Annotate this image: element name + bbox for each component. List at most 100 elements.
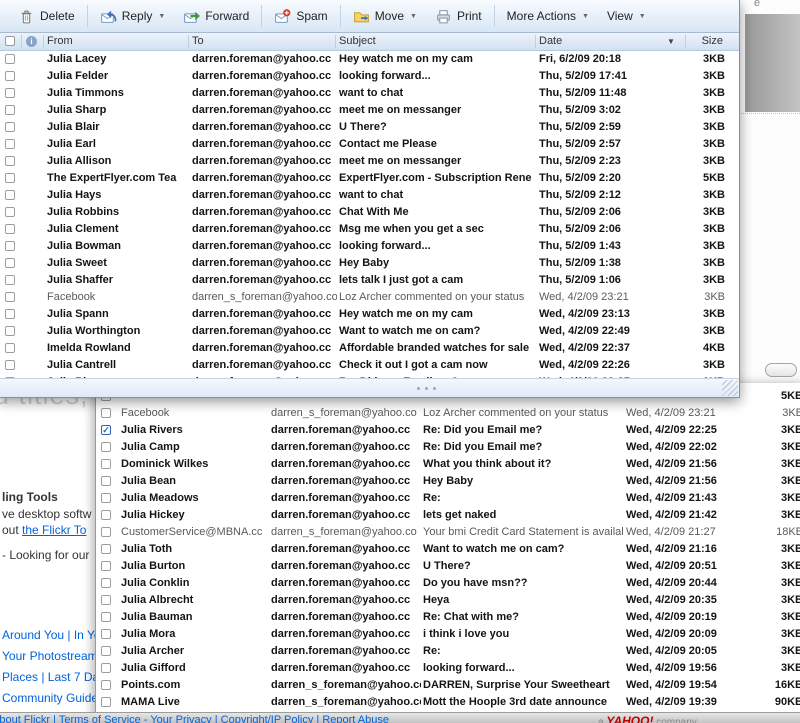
row-checkbox[interactable] [101, 510, 111, 520]
mail-row[interactable]: Julia Felderdarren.foreman@yahoo.cclooki… [0, 68, 739, 85]
row-checkbox[interactable] [5, 241, 15, 251]
row-checkbox[interactable] [101, 459, 111, 469]
mail-row[interactable]: Julia Sweetdarren.foreman@yahoo.ccHey Ba… [0, 255, 739, 272]
move-button[interactable]: Move ▼ [344, 0, 426, 32]
row-checkbox[interactable] [5, 173, 15, 183]
nav-link-around-you[interactable]: Around You | In Yo [2, 628, 96, 642]
resize-grip-icon[interactable] [722, 380, 738, 396]
column-from[interactable]: From [47, 33, 73, 50]
print-button[interactable]: Print [426, 0, 491, 32]
mail-row[interactable]: Julia Robbinsdarren.foreman@yahoo.ccChat… [0, 204, 739, 221]
move-dropdown-caret-icon[interactable]: ▼ [410, 13, 417, 20]
row-checkbox[interactable] [5, 326, 15, 336]
delete-button[interactable]: Delete [9, 0, 84, 32]
row-checkbox[interactable] [5, 343, 15, 353]
nav-link-places[interactable]: Places | Last 7 Da [2, 670, 96, 684]
mail-row[interactable]: Julia Haysdarren.foreman@yahoo.ccwant to… [0, 187, 739, 204]
row-checkbox[interactable] [101, 629, 111, 639]
footer-links[interactable]: About Flickr | Terms of Service - Your P… [0, 714, 389, 723]
nav-link-community[interactable]: Community Guidel [2, 691, 96, 705]
mail-row[interactable]: Julia Timmonsdarren.foreman@yahoo.ccwant… [0, 85, 739, 102]
row-checkbox[interactable] [5, 139, 15, 149]
row-checkbox[interactable] [5, 275, 15, 285]
row-checkbox[interactable] [101, 561, 111, 571]
more-actions-button[interactable]: More Actions ▼ [498, 0, 598, 32]
row-checkbox[interactable] [101, 595, 111, 605]
mail-row[interactable]: Points.comdarren_s_foreman@yahoo.coDARRE… [96, 677, 800, 694]
row-checkbox[interactable] [101, 612, 111, 622]
mail-row[interactable]: CustomerService@MBNA.ccdarren_s_foreman@… [96, 524, 800, 541]
mail-row[interactable]: Julia Tothdarren.foreman@yahoo.ccWant to… [96, 541, 800, 558]
row-checkbox[interactable] [101, 578, 111, 588]
select-all-checkbox[interactable] [5, 36, 15, 46]
reply-dropdown-caret-icon[interactable]: ▼ [158, 13, 165, 20]
mail-row[interactable]: The ExpertFlyer.com Teadarren.foreman@ya… [0, 170, 739, 187]
row-checkbox[interactable] [5, 105, 15, 115]
mail-row[interactable]: Julia Baumandarren.foreman@yahoo.ccRe: C… [96, 609, 800, 626]
mail-row[interactable]: Julia Archerdarren.foreman@yahoo.ccRe:We… [96, 643, 800, 660]
mail-row[interactable]: Julia Shafferdarren.foreman@yahoo.cclets… [0, 272, 739, 289]
mail-row[interactable]: Julia Laceydarren.foreman@yahoo.ccHey wa… [0, 51, 739, 68]
mail-row[interactable]: Julia Beandarren.foreman@yahoo.ccHey Bab… [96, 473, 800, 490]
mail-row[interactable]: Julia Hickeydarren.foreman@yahoo.cclets … [96, 507, 800, 524]
row-checkbox[interactable] [101, 697, 111, 707]
column-to[interactable]: To [192, 33, 204, 50]
view-caret-icon[interactable]: ▼ [639, 13, 646, 20]
row-checkbox[interactable] [101, 527, 111, 537]
row-checkbox[interactable] [101, 442, 111, 452]
mail-row[interactable]: Facebookdarren_s_foreman@yahoo.coLoz Arc… [0, 289, 739, 306]
column-subject[interactable]: Subject [339, 33, 376, 50]
row-checkbox-checked[interactable]: ✓ [101, 425, 111, 435]
mail-row[interactable]: Julia Blairdarren.foreman@yahoo.ccU Ther… [0, 119, 739, 136]
mail-row[interactable]: Julia Sharpdarren.foreman@yahoo.ccmeet m… [0, 102, 739, 119]
row-checkbox[interactable] [5, 190, 15, 200]
row-checkbox[interactable] [5, 258, 15, 268]
row-checkbox[interactable] [101, 493, 111, 503]
row-checkbox[interactable] [5, 156, 15, 166]
mail-row[interactable]: Julia Burtondarren.foreman@yahoo.ccU The… [96, 558, 800, 575]
mail-row[interactable]: Facebookdarren_s_foreman@yahoo.coLoz Arc… [96, 405, 800, 422]
horizontal-scrollbar[interactable] [0, 378, 739, 397]
mail-row[interactable]: Julia Worthingtondarren.foreman@yahoo.cc… [0, 323, 739, 340]
background-pill-button[interactable] [765, 363, 797, 377]
mail-row[interactable]: Julia Earldarren.foreman@yahoo.ccContact… [0, 136, 739, 153]
row-checkbox[interactable] [101, 408, 111, 418]
flickr-tools-link[interactable]: the Flickr To [22, 523, 86, 537]
mail-row[interactable]: MAMA Livedarren_s_foreman@yahoo.coMott t… [96, 694, 800, 711]
row-checkbox[interactable] [101, 646, 111, 656]
row-checkbox[interactable] [101, 476, 111, 486]
nav-link-photostream[interactable]: Your Photostream [2, 649, 96, 663]
row-checkbox[interactable] [101, 680, 111, 690]
view-button[interactable]: View ▼ [598, 0, 655, 32]
row-checkbox[interactable] [5, 360, 15, 370]
mail-row[interactable]: Julia Clementdarren.foreman@yahoo.ccMsg … [0, 221, 739, 238]
mail-row[interactable]: Julia Meadowsdarren.foreman@yahoo.ccRe:W… [96, 490, 800, 507]
mail-row[interactable]: Julia Bowmandarren.foreman@yahoo.cclooki… [0, 238, 739, 255]
mail-row[interactable]: Julia Gifforddarren.foreman@yahoo.cclook… [96, 660, 800, 677]
row-checkbox[interactable] [101, 544, 111, 554]
spam-button[interactable]: Spam [265, 0, 336, 32]
more-actions-caret-icon[interactable]: ▼ [582, 13, 589, 20]
mail-row[interactable]: Julia Campdarren.foreman@yahoo.ccRe: Did… [96, 439, 800, 456]
reply-button[interactable]: Reply ▼ [91, 0, 175, 32]
mail-row[interactable]: Julia Albrechtdarren.foreman@yahoo.ccHey… [96, 592, 800, 609]
mail-row[interactable]: Dominick Wilkesdarren.foreman@yahoo.ccWh… [96, 456, 800, 473]
row-checkbox[interactable] [5, 54, 15, 64]
column-size[interactable]: Size [649, 33, 733, 50]
mail-row[interactable]: Julia Conklindarren.foreman@yahoo.ccDo y… [96, 575, 800, 592]
row-checkbox[interactable] [5, 207, 15, 217]
mail-row[interactable]: Julia Moradarren.foreman@yahoo.cci think… [96, 626, 800, 643]
mail-row[interactable]: Imelda Rowlanddarren.foreman@yahoo.ccAff… [0, 340, 739, 357]
mail-row[interactable]: Julia Spanndarren.foreman@yahoo.ccHey wa… [0, 306, 739, 323]
row-checkbox[interactable] [5, 88, 15, 98]
row-checkbox[interactable] [5, 122, 15, 132]
row-checkbox[interactable] [101, 663, 111, 673]
row-checkbox[interactable] [5, 309, 15, 319]
mail-row[interactable]: Julia Allisondarren.foreman@yahoo.ccmeet… [0, 153, 739, 170]
row-checkbox[interactable] [5, 224, 15, 234]
mail-row[interactable]: Julia Cantrelldarren.foreman@yahoo.ccChe… [0, 357, 739, 374]
mail-row[interactable]: ✓Julia Riversdarren.foreman@yahoo.ccRe: … [96, 422, 800, 439]
row-checkbox[interactable] [5, 292, 15, 302]
row-checkbox[interactable] [5, 71, 15, 81]
forward-button[interactable]: Forward [174, 0, 258, 32]
